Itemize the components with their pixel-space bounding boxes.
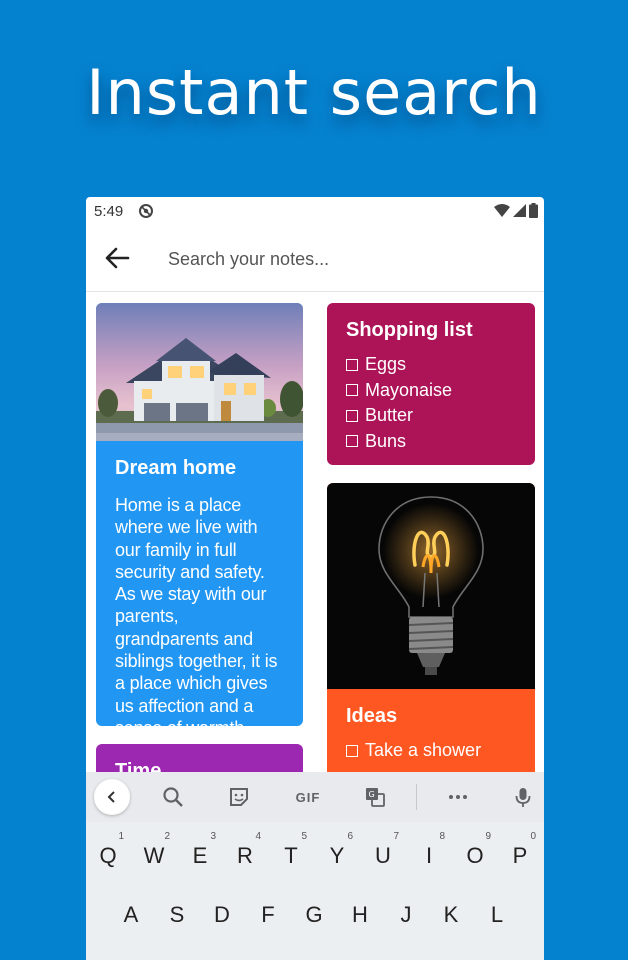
key-u[interactable]: U7: [363, 832, 403, 876]
key-t[interactable]: T5: [271, 832, 311, 876]
sticker-icon[interactable]: [227, 785, 251, 809]
key-w[interactable]: W2: [134, 832, 174, 876]
note-title-dream-home: Dream home: [115, 457, 237, 479]
keyboard-toolbar: GIF G: [86, 772, 544, 822]
wifi-icon: [494, 204, 510, 217]
checkbox-icon[interactable]: [346, 358, 358, 371]
status-indicators: [494, 203, 538, 218]
note-title-shopping-list: Shopping list: [346, 319, 473, 341]
checklist-item: Eggs: [346, 352, 516, 378]
search-input[interactable]: [166, 243, 520, 275]
mic-icon[interactable]: [511, 785, 535, 809]
key-h[interactable]: H: [340, 895, 380, 935]
note-card-dream-home[interactable]: Dream home Home is a place where we live…: [96, 303, 303, 726]
search-icon[interactable]: [161, 785, 185, 809]
phone-screen: 5:49 Search your notes... Dream home Hom…: [86, 197, 544, 960]
checklist-item: Mayonaise: [346, 378, 516, 404]
note-body-dream-home: Home is a place where we live with our f…: [115, 495, 278, 726]
keyboard-collapse-button[interactable]: [94, 779, 130, 815]
key-d[interactable]: D: [202, 895, 242, 935]
key-k[interactable]: K: [431, 895, 471, 935]
more-icon[interactable]: [446, 785, 470, 809]
key-y[interactable]: Y6: [317, 832, 357, 876]
translate-icon[interactable]: G: [363, 785, 387, 809]
key-a[interactable]: A: [111, 895, 151, 935]
checkbox-icon[interactable]: [346, 435, 358, 448]
note-title-ideas: Ideas: [346, 705, 398, 727]
chevron-left-icon: [107, 791, 115, 803]
key-j[interactable]: J: [386, 895, 426, 935]
note-card-shopping-list[interactable]: Shopping list Eggs Mayonaise Butter Buns: [327, 303, 535, 465]
svg-text:G: G: [369, 790, 375, 799]
search-bar: [86, 225, 544, 292]
checkbox-icon[interactable]: [346, 744, 358, 757]
status-bar: 5:49: [86, 197, 544, 225]
checklist-item: Butter: [346, 403, 516, 429]
app-notification-icon: [139, 204, 153, 218]
back-arrow-icon[interactable]: [102, 243, 132, 273]
checkbox-icon[interactable]: [346, 384, 358, 397]
key-o[interactable]: O9: [455, 832, 495, 876]
key-q[interactable]: Q1: [88, 832, 128, 876]
battery-icon: [529, 203, 538, 218]
headline: Instant search: [86, 56, 542, 129]
light-bulb-image: [327, 483, 535, 689]
note-card-ideas[interactable]: Ideas Take a shower: [327, 483, 535, 783]
key-r[interactable]: R4: [225, 832, 265, 876]
signal-icon: [513, 204, 526, 217]
on-screen-keyboard: GIF G Q1 W2 E3 R4 T5 Y6 U7 I8 O9 P0 A S …: [86, 772, 544, 960]
toolbar-divider: [416, 784, 417, 810]
house-image: [96, 303, 303, 441]
status-time: 5:49: [94, 203, 124, 220]
checkbox-icon[interactable]: [346, 409, 358, 422]
gif-icon[interactable]: GIF: [290, 785, 326, 809]
key-f[interactable]: F: [248, 895, 288, 935]
key-i[interactable]: I8: [409, 832, 449, 876]
checklist-item: Buns: [346, 429, 516, 455]
key-p[interactable]: P0: [500, 832, 540, 876]
key-l[interactable]: L: [477, 895, 517, 935]
key-s[interactable]: S: [157, 895, 197, 935]
key-e[interactable]: E3: [180, 832, 220, 876]
key-g[interactable]: G: [294, 895, 334, 935]
checklist-item: Take a shower: [346, 738, 516, 764]
